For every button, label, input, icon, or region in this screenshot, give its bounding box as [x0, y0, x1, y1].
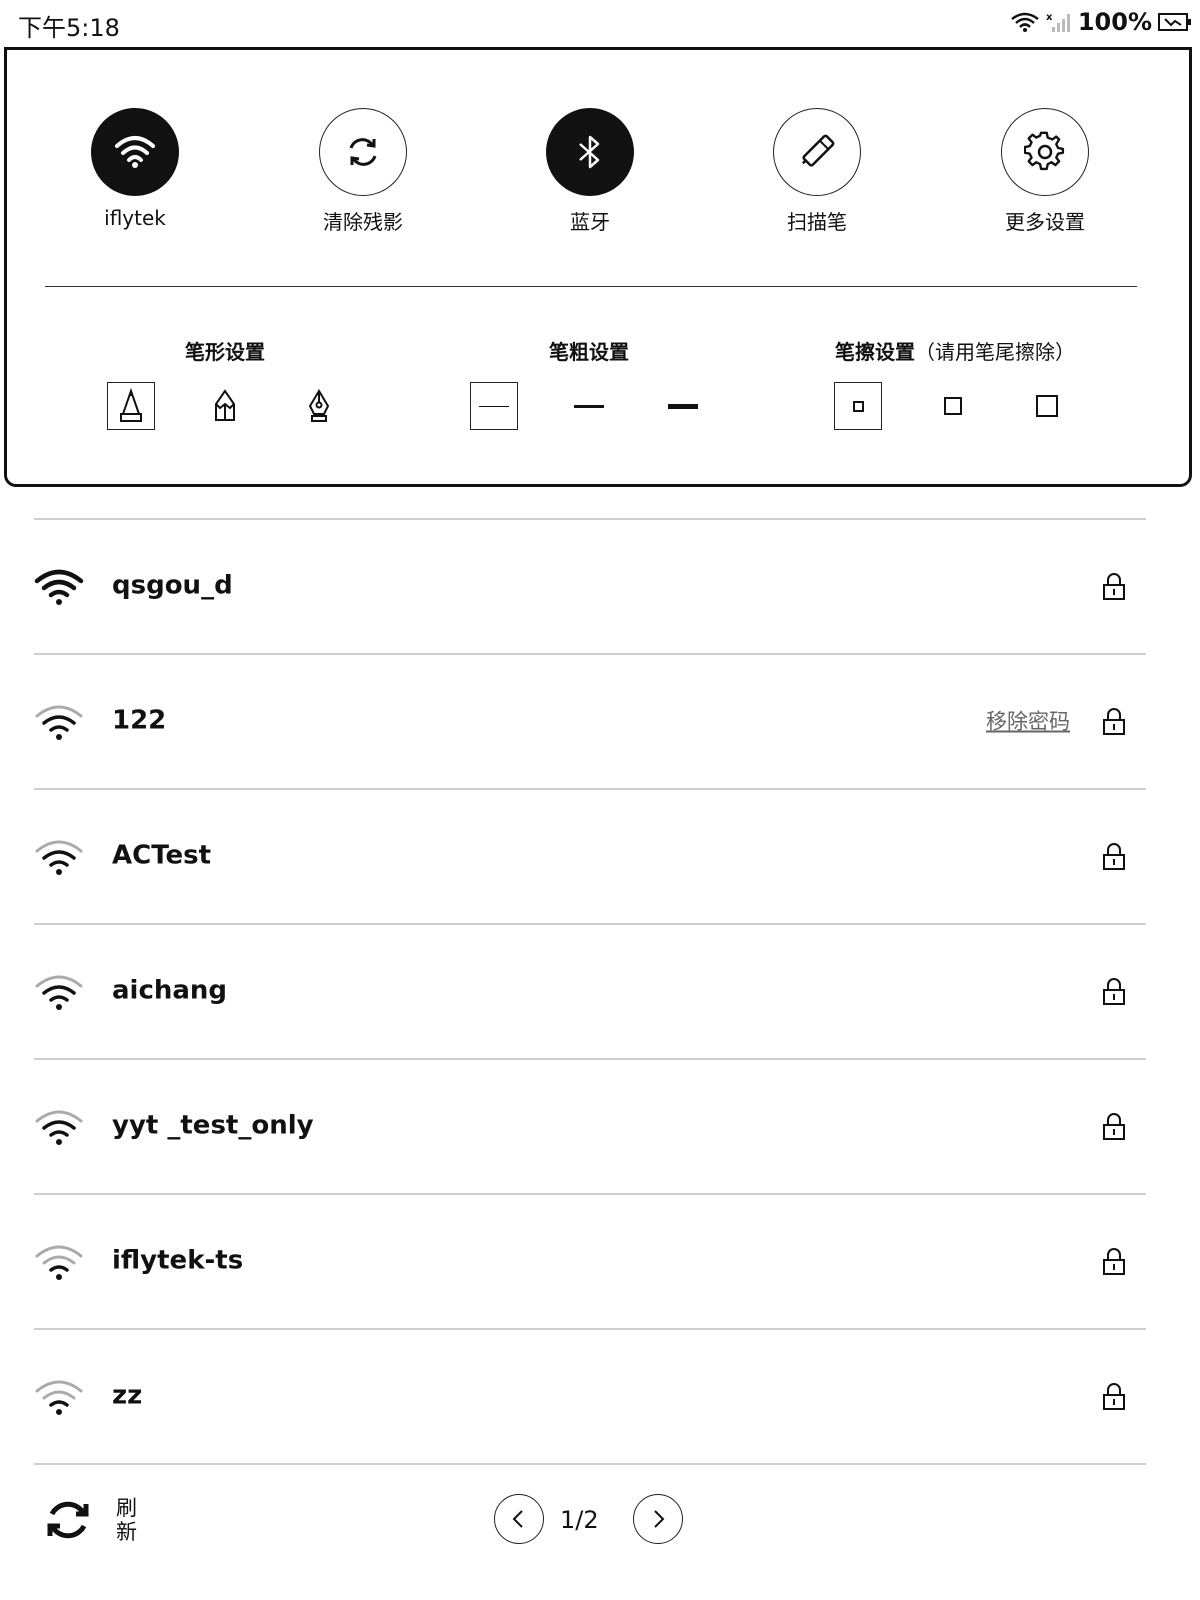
refresh-button[interactable]: 刷新 — [42, 1494, 140, 1546]
tile-clear-ghost[interactable]: 清除残影 — [283, 108, 443, 235]
tile-wifi[interactable]: iflytek — [55, 108, 215, 230]
wifi-ssid: zz — [112, 1380, 143, 1410]
wifi-row-qsgou_d[interactable]: qsgou_d — [34, 520, 1146, 653]
tile-label: 蓝牙 — [570, 210, 610, 234]
tile-label: iflytek — [104, 206, 166, 230]
status-icons: x 100% — [1010, 8, 1192, 36]
lock-icon — [1103, 1247, 1125, 1275]
wifi-signal-medium-icon — [35, 975, 83, 1010]
eraser-title: 笔擦设置（请用笔尾擦除） — [835, 336, 1075, 365]
lock-icon — [1103, 707, 1125, 735]
chevron-left-icon — [512, 1510, 523, 1528]
small-square — [852, 400, 864, 412]
divider — [34, 1463, 1146, 1465]
wifi-signal-weak-icon — [35, 1245, 83, 1280]
divider — [45, 286, 1137, 287]
thick-line — [668, 403, 698, 409]
wifi-signal-strong-icon — [34, 569, 84, 605]
eraser-medium[interactable] — [929, 382, 977, 430]
battery-icon — [1158, 11, 1192, 33]
wifi-signal-medium-icon — [35, 705, 83, 740]
chevron-right-icon — [654, 1510, 665, 1528]
lock-icon — [1103, 1112, 1125, 1140]
wifi-ssid: yyt _test_only — [112, 1110, 314, 1140]
wifi-row-122[interactable]: 122 移除密码 — [34, 655, 1146, 788]
refresh-label: 刷新 — [116, 1496, 137, 1544]
thin-line — [479, 405, 509, 407]
lock-icon — [1103, 1382, 1125, 1410]
svg-text:x: x — [1046, 12, 1053, 23]
gear-icon — [1024, 131, 1065, 171]
clear-ghost-button[interactable] — [319, 108, 407, 196]
wifi-row-yyt-test-only[interactable]: yyt _test_only — [34, 1060, 1146, 1193]
wifi-ssid: iflytek-ts — [112, 1245, 244, 1275]
eraser-large[interactable] — [1023, 382, 1071, 430]
scan-pen-icon — [801, 134, 835, 167]
lock-icon — [1103, 977, 1125, 1005]
pen-shape-ballpoint[interactable] — [107, 382, 155, 430]
fountain-pen-icon — [308, 389, 330, 422]
pen-width-medium[interactable] — [565, 382, 613, 430]
wifi-signal-medium-icon — [35, 1110, 83, 1145]
wifi-status-icon — [1010, 11, 1040, 33]
battery-percent: 100% — [1077, 8, 1152, 36]
lock-icon — [1103, 842, 1125, 870]
pen-width-title: 笔粗设置 — [549, 340, 629, 364]
wifi-signal-weak-icon — [35, 1380, 83, 1415]
medium-line — [574, 404, 604, 408]
pen-shape-pencil[interactable] — [201, 382, 249, 430]
lock-icon — [1103, 572, 1125, 600]
tile-bluetooth[interactable]: 蓝牙 — [510, 108, 670, 235]
pen-shape-fountain[interactable] — [295, 382, 343, 430]
pen-shape-title: 笔形设置 — [185, 340, 265, 364]
tile-scan-pen[interactable]: 扫描笔 — [737, 108, 897, 235]
wifi-row-actest[interactable]: ACTest — [34, 790, 1146, 923]
bluetooth-icon — [579, 135, 600, 169]
status-bar: 下午5:18 x 100% — [0, 0, 1200, 48]
tile-label: 清除残影 — [323, 210, 403, 234]
bluetooth-toggle[interactable] — [546, 108, 634, 196]
prev-page-button[interactable] — [494, 1494, 544, 1544]
quick-settings-panel: iflytek 清除残影 蓝牙 扫描笔 更多设置 笔形设置 笔粗设置 笔擦设置（… — [4, 47, 1192, 487]
wifi-row-iflytek-ts[interactable]: iflytek-ts — [34, 1195, 1146, 1328]
refresh-icon — [349, 138, 377, 166]
next-page-button[interactable] — [633, 1494, 683, 1544]
wifi-row-aichang[interactable]: aichang — [34, 925, 1146, 1058]
status-time: 下午5:18 — [18, 14, 120, 42]
cellular-signal-icon: x — [1046, 11, 1072, 33]
wifi-toggle[interactable] — [91, 108, 179, 196]
scan-pen-button[interactable] — [773, 108, 861, 196]
bottom-bar: 刷新 1/2 — [0, 1480, 1200, 1600]
wifi-ssid: 122 — [112, 705, 167, 735]
wifi-network-list: qsgou_d 122 移除密码 ACTest aichang yyt _tes… — [34, 518, 1146, 1465]
page-indicator: 1/2 — [560, 1506, 599, 1534]
more-settings-button[interactable] — [1001, 108, 1089, 196]
remove-password-link[interactable]: 移除密码 — [986, 705, 1070, 735]
wifi-ssid: aichang — [112, 975, 228, 1005]
wifi-icon — [115, 136, 155, 168]
wifi-ssid: ACTest — [112, 840, 212, 870]
wifi-ssid: qsgou_d — [112, 570, 233, 600]
large-square — [1036, 395, 1058, 417]
eraser-title-text: 笔擦设置 — [835, 340, 915, 364]
tile-more-settings[interactable]: 更多设置 — [965, 108, 1125, 235]
tile-label: 更多设置 — [1005, 210, 1085, 234]
pencil-icon — [215, 389, 235, 421]
eraser-hint: （请用笔尾擦除） — [915, 340, 1075, 364]
wifi-row-zz[interactable]: zz — [34, 1330, 1146, 1463]
ballpoint-pen-icon — [120, 388, 142, 422]
medium-square — [944, 397, 962, 415]
pen-width-thick[interactable] — [659, 382, 707, 430]
eraser-small[interactable] — [834, 382, 882, 430]
tile-label: 扫描笔 — [787, 210, 847, 234]
refresh-icon — [47, 1501, 89, 1539]
wifi-signal-medium-icon — [35, 840, 83, 875]
pen-width-thin[interactable] — [470, 382, 518, 430]
